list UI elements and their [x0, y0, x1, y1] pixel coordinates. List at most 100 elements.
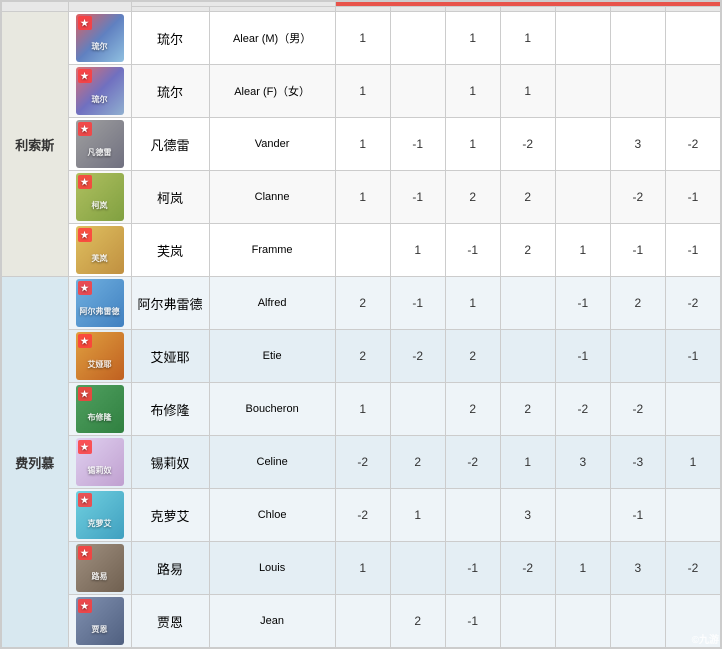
- stat-lck: [555, 12, 610, 65]
- char-cn-name: 艾娅耶: [131, 330, 209, 383]
- char-en-name: Boucheron: [209, 383, 335, 436]
- stat-skl: 2: [445, 171, 500, 224]
- stat-spd: 2: [500, 224, 555, 277]
- stat-res: -1: [665, 224, 720, 277]
- table-row: 费列慕★阿尔弗雷德阿尔弗雷德Alfred2-11-12-2: [2, 277, 721, 330]
- char-cn-name: 阿尔弗雷德: [131, 277, 209, 330]
- stat-spd: -2: [500, 542, 555, 595]
- char-en-name: Etie: [209, 330, 335, 383]
- char-cn-name: 锡莉奴: [131, 436, 209, 489]
- stat-pow: 2: [335, 330, 390, 383]
- stat-skl: -1: [445, 224, 500, 277]
- avatar: ★凡德雷: [76, 120, 124, 168]
- avatar: ★阿尔弗雷德: [76, 279, 124, 327]
- stat-skl: -1: [445, 542, 500, 595]
- faction-cell: 利索斯: [2, 12, 69, 277]
- stat-skl: [445, 489, 500, 542]
- stat-pow: [335, 224, 390, 277]
- stat-mag: [390, 65, 445, 118]
- table-row: ★路易路易Louis1-1-213-2: [2, 542, 721, 595]
- stat-skl: -2: [445, 436, 500, 489]
- stat-def: [610, 12, 665, 65]
- stat-lck: 1: [555, 542, 610, 595]
- stat-lck: 1: [555, 224, 610, 277]
- main-container: 利索斯★琉尔琉尔Alear (M)（男）111★琉尔琉尔Alear (F)（女）…: [0, 0, 722, 649]
- stat-spd: [500, 330, 555, 383]
- stat-pow: 2: [335, 277, 390, 330]
- watermark: ©九游: [692, 631, 719, 646]
- stat-lck: -1: [555, 277, 610, 330]
- avatar-cell: ★路易: [68, 542, 131, 595]
- table-row: ★布修隆布修隆Boucheron122-2-2: [2, 383, 721, 436]
- avatar-cell: ★锡莉奴: [68, 436, 131, 489]
- stat-pow: 1: [335, 65, 390, 118]
- avatar-cell: ★琉尔: [68, 65, 131, 118]
- stat-skl: -1: [445, 595, 500, 648]
- stat-pow: 1: [335, 383, 390, 436]
- char-cn-name: 芙岚: [131, 224, 209, 277]
- avatar: ★琉尔: [76, 14, 124, 62]
- char-en-name: Alear (M)（男）: [209, 12, 335, 65]
- stat-pow: 1: [335, 12, 390, 65]
- char-cn-name: 柯岚: [131, 171, 209, 224]
- stat-mag: [390, 12, 445, 65]
- table-row: ★贾恩贾恩Jean2-1: [2, 595, 721, 648]
- stat-res: -1: [665, 171, 720, 224]
- stat-mag: -1: [390, 171, 445, 224]
- stat-mag: 2: [390, 595, 445, 648]
- stat-def: 3: [610, 118, 665, 171]
- stat-lck: [555, 489, 610, 542]
- avatar-cell: ★芙岚: [68, 224, 131, 277]
- stat-def: 2: [610, 277, 665, 330]
- stat-def: -2: [610, 171, 665, 224]
- table-row: ★凡德雷凡德雷Vander1-11-23-2: [2, 118, 721, 171]
- avatar-cell: ★贾恩: [68, 595, 131, 648]
- char-cn-name: 克萝艾: [131, 489, 209, 542]
- table-row: ★琉尔琉尔Alear (F)（女）111: [2, 65, 721, 118]
- stat-spd: 1: [500, 65, 555, 118]
- stat-res: [665, 12, 720, 65]
- stat-lck: [555, 65, 610, 118]
- stat-res: -1: [665, 330, 720, 383]
- stat-spd: 1: [500, 436, 555, 489]
- char-en-name: Vander: [209, 118, 335, 171]
- avatar: ★克萝艾: [76, 491, 124, 539]
- avatar-cell: ★琉尔: [68, 12, 131, 65]
- stat-pow: -2: [335, 489, 390, 542]
- avatar: ★锡莉奴: [76, 438, 124, 486]
- stat-res: [665, 489, 720, 542]
- table-row: ★芙岚芙岚Framme1-121-1-1: [2, 224, 721, 277]
- stat-res: [665, 65, 720, 118]
- char-en-name: Louis: [209, 542, 335, 595]
- char-en-name: Clanne: [209, 171, 335, 224]
- stat-skl: 1: [445, 118, 500, 171]
- avatar: ★艾娅耶: [76, 332, 124, 380]
- avatar: ★琉尔: [76, 67, 124, 115]
- avatar-cell: ★艾娅耶: [68, 330, 131, 383]
- char-cn-name: 布修隆: [131, 383, 209, 436]
- table-row: ★克萝艾克萝艾Chloe-213-1: [2, 489, 721, 542]
- stat-def: 3: [610, 542, 665, 595]
- char-cn-name: 凡德雷: [131, 118, 209, 171]
- stat-spd: 3: [500, 489, 555, 542]
- stat-def: [610, 595, 665, 648]
- char-en-name: Framme: [209, 224, 335, 277]
- avatar: ★芙岚: [76, 226, 124, 274]
- avatar: ★路易: [76, 544, 124, 592]
- stat-lck: 3: [555, 436, 610, 489]
- stat-skl: 2: [445, 330, 500, 383]
- char-cn-name: 贾恩: [131, 595, 209, 648]
- stat-res: [665, 383, 720, 436]
- stat-spd: [500, 277, 555, 330]
- table-row: ★艾娅耶艾娅耶Etie2-22-1-1: [2, 330, 721, 383]
- stat-lck: [555, 595, 610, 648]
- stat-skl: 1: [445, 65, 500, 118]
- stat-res: -2: [665, 542, 720, 595]
- char-cn-name: 琉尔: [131, 12, 209, 65]
- stat-spd: 2: [500, 171, 555, 224]
- stat-skl: 1: [445, 12, 500, 65]
- stat-pow: 1: [335, 542, 390, 595]
- char-en-name: Chloe: [209, 489, 335, 542]
- table-wrapper: 利索斯★琉尔琉尔Alear (M)（男）111★琉尔琉尔Alear (F)（女）…: [0, 0, 722, 649]
- char-en-name: Celine: [209, 436, 335, 489]
